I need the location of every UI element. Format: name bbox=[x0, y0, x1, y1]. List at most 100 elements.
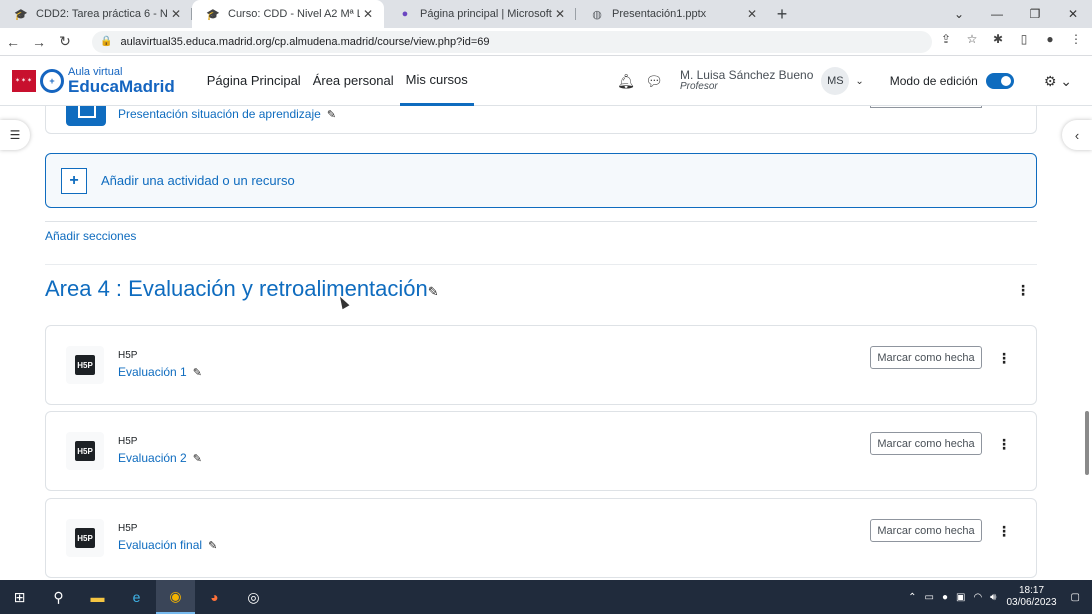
mark-done-button[interactable]: Marcar como hecha bbox=[870, 432, 982, 455]
bookmark-star-icon[interactable]: ☆ bbox=[964, 32, 980, 50]
activity-card: H5P H5P Evaluación 2 ✎ Marcar como hecha … bbox=[45, 411, 1037, 491]
activity-name: Evaluación 2 bbox=[118, 451, 187, 465]
clock-date: 03/06/2023 bbox=[1006, 597, 1057, 608]
activity-menu-icon[interactable]: ⋮ bbox=[997, 436, 1011, 453]
edit-mode-label: Modo de edición bbox=[889, 74, 978, 88]
browser-tab-4[interactable]: ◍ Presentación1.pptx ✕ bbox=[576, 0, 768, 28]
activity-link[interactable]: Presentación situación de aprendizaje ✎ bbox=[118, 107, 336, 121]
new-tab-button[interactable]: + bbox=[768, 0, 796, 28]
back-icon[interactable]: ← bbox=[0, 34, 26, 50]
tab-title: CDD2: Tarea práctica 6 - Nivel A2 bbox=[36, 8, 168, 20]
windows-start-icon[interactable]: ⊞ bbox=[0, 580, 39, 614]
tab-title: Página principal | Microsoft 365 bbox=[420, 8, 552, 20]
recorder-app-icon[interactable]: ◎ bbox=[234, 580, 273, 614]
edit-mode-toggle[interactable] bbox=[985, 73, 1014, 89]
activity-name: Evaluación final bbox=[118, 538, 203, 552]
browser-menu-icon[interactable]: ⋮ bbox=[1068, 32, 1084, 50]
battery-icon[interactable]: ▭ bbox=[924, 592, 933, 603]
logo-top-text: Aula virtual bbox=[68, 65, 123, 78]
notifications-icon[interactable]: ▢ bbox=[1071, 592, 1080, 603]
url-text: aulavirtual35.educa.madrid.org/cp.almude… bbox=[120, 35, 490, 48]
activity-menu-icon[interactable]: ⋮ bbox=[997, 350, 1011, 367]
activity-name: Evaluación 1 bbox=[118, 365, 187, 379]
activity-link[interactable]: Evaluación 1 ✎ bbox=[118, 365, 202, 379]
user-role: Profesor bbox=[679, 81, 718, 93]
chevron-down-icon[interactable]: ⌄ bbox=[855, 76, 863, 87]
bell-icon[interactable]: 🔔︎ bbox=[614, 73, 638, 90]
activity-menu-icon[interactable]: ⋮ bbox=[997, 523, 1011, 540]
site-logo[interactable]: ✶✶✶ + Aula virtual EducaMadrid bbox=[12, 65, 175, 96]
os-taskbar: ⊞ ⚲ ▬ e ◉ ◕ ◎ ⌃ ▭ ● ▣ ◠ 🔊︎ 18:17 03/06/2… bbox=[0, 580, 1092, 614]
wifi-icon[interactable]: ◠ bbox=[973, 592, 982, 603]
course-index-toggle[interactable]: ☰ bbox=[0, 120, 30, 150]
educamadrid-ring-icon: + bbox=[40, 68, 64, 93]
activity-card: H5P H5P Evaluación final ✎ Marcar como he… bbox=[45, 498, 1037, 578]
mark-done-button[interactable] bbox=[870, 106, 982, 108]
mark-done-button[interactable]: Marcar como hecha bbox=[870, 346, 982, 369]
activity-link[interactable]: Evaluación 2 ✎ bbox=[118, 451, 202, 465]
search-icon[interactable]: ⚲ bbox=[39, 580, 78, 614]
system-tray: ⌃ ▭ ● ▣ ◠ 🔊︎ 18:17 03/06/2023 ▢ bbox=[904, 580, 1092, 614]
close-tab-icon[interactable]: ✕ bbox=[744, 7, 760, 21]
logo-bottom-text: EducaMadrid bbox=[68, 76, 175, 96]
file-explorer-icon[interactable]: ▬ bbox=[78, 580, 117, 614]
close-tab-icon[interactable]: ✕ bbox=[360, 7, 376, 21]
h5p-icon: H5P bbox=[66, 346, 104, 384]
restore-icon[interactable]: ❐ bbox=[1016, 0, 1054, 28]
activity-top: Presentación situación de aprendizaje ✎ bbox=[45, 106, 1037, 134]
section-menu-icon[interactable]: ⋮ bbox=[1016, 282, 1030, 299]
page-scrollbar[interactable] bbox=[1085, 411, 1089, 475]
tab-title: Presentación1.pptx bbox=[612, 8, 707, 20]
avatar[interactable]: MS bbox=[821, 67, 850, 95]
globe-icon: ◍ bbox=[592, 8, 602, 21]
close-window-icon[interactable]: ✕ bbox=[1054, 0, 1092, 28]
user-menu[interactable]: M. Luisa Sánchez Bueno Profesor bbox=[680, 69, 813, 92]
office-icon: ● bbox=[401, 8, 409, 20]
h5p-icon: H5P bbox=[66, 519, 104, 557]
pencil-icon[interactable]: ✎ bbox=[193, 452, 202, 465]
forward-icon[interactable]: → bbox=[26, 34, 52, 50]
profile-icon[interactable]: ● bbox=[1042, 32, 1058, 50]
chrome-browser-icon[interactable]: ◉ bbox=[156, 580, 195, 614]
chevron-down-icon[interactable]: ⌄ bbox=[940, 0, 978, 28]
close-tab-icon[interactable]: ✕ bbox=[168, 7, 184, 21]
chevron-up-icon[interactable]: ⌃ bbox=[908, 592, 916, 603]
edge-browser-icon[interactable]: e bbox=[117, 580, 156, 614]
reload-icon[interactable]: ↻ bbox=[52, 33, 78, 50]
gear-icon[interactable]: ⚙ ⌄ bbox=[1044, 73, 1072, 90]
display-icon[interactable]: ▣ bbox=[956, 592, 965, 603]
system-clock[interactable]: 18:17 03/06/2023 bbox=[1006, 585, 1056, 609]
divider bbox=[45, 264, 1037, 265]
add-activity-button[interactable]: + Añadir una actividad o un recurso bbox=[45, 153, 1037, 208]
url-input[interactable]: 🔒 aulavirtual35.educa.madrid.org/cp.almu… bbox=[92, 30, 932, 53]
pencil-icon[interactable]: ✎ bbox=[193, 366, 202, 379]
share-icon[interactable]: ⇪ bbox=[938, 32, 954, 50]
pencil-icon[interactable]: ✎ bbox=[208, 539, 217, 552]
nav-area-personal[interactable]: Área personal bbox=[307, 56, 400, 106]
section-title[interactable]: Area 4 : Evaluación y retroalimentación✎ bbox=[45, 276, 439, 302]
sidebar-icon[interactable]: ▯ bbox=[1016, 32, 1032, 50]
browser-tab-3[interactable]: ● Página principal | Microsoft 365 ✕ bbox=[384, 0, 576, 28]
microphone-icon[interactable]: ● bbox=[942, 592, 948, 603]
chat-bubble-icon[interactable]: 💬︎ bbox=[642, 73, 666, 90]
nav-mis-cursos[interactable]: Mis cursos bbox=[399, 56, 474, 106]
close-tab-icon[interactable]: ✕ bbox=[552, 7, 568, 21]
mark-done-button[interactable]: Marcar como hecha bbox=[870, 519, 982, 542]
speaker-icon[interactable]: 🔊︎ bbox=[990, 592, 996, 603]
extensions-icon[interactable]: ✱ bbox=[990, 32, 1006, 50]
pencil-icon[interactable]: ✎ bbox=[327, 108, 336, 121]
firefox-browser-icon[interactable]: ◕ bbox=[195, 580, 234, 614]
pencil-icon[interactable]: ✎ bbox=[428, 284, 439, 300]
activity-type: H5P bbox=[118, 350, 138, 361]
lock-icon[interactable]: 🔒 bbox=[100, 36, 112, 47]
nav-pagina-principal[interactable]: Página Principal bbox=[201, 56, 307, 106]
browser-tab-1[interactable]: 🎓 CDD2: Tarea práctica 6 - Nivel A2 ✕ bbox=[0, 0, 192, 28]
activity-link[interactable]: Evaluación final ✎ bbox=[118, 538, 217, 552]
block-drawer-toggle[interactable]: ‹ bbox=[1062, 120, 1092, 150]
address-bar-row: ← → ↻ 🔒 aulavirtual35.educa.madrid.org/c… bbox=[0, 28, 1092, 56]
add-sections-link[interactable]: Añadir secciones bbox=[45, 229, 136, 243]
primary-nav: Página Principal Área personal Mis curso… bbox=[201, 56, 474, 106]
activity-type: H5P bbox=[118, 436, 138, 447]
browser-tab-2[interactable]: 🎓 Curso: CDD - Nivel A2 Mª Luisa S ✕ bbox=[192, 0, 384, 28]
minimize-icon[interactable]: — bbox=[978, 0, 1016, 28]
